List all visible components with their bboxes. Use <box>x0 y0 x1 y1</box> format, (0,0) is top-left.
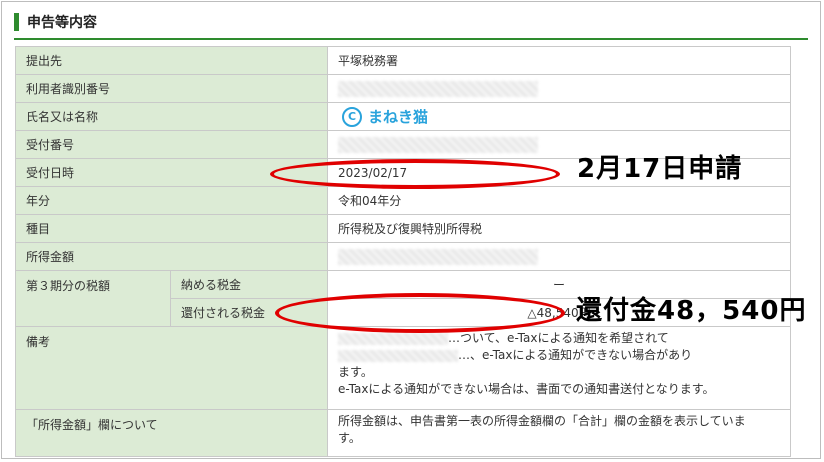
filing-details-table: 提出先 平塚税務署 利用者識別番号 氏名又は名称 C まねき猫 受付番号 受付日時… <box>14 46 792 457</box>
heading-rule <box>14 38 808 40</box>
remarks-value: …ついて、e-Taxによる通知を希望されて …、e-Taxによる通知ができない場… <box>327 326 792 410</box>
watermark-text: まねき猫 <box>368 108 429 126</box>
table-row: 備考 …ついて、e-Taxによる通知を希望されて …、e-Taxによる通知ができ… <box>14 326 792 410</box>
remarks-line: e-Taxによる通知ができない場合は、書面での通知書送付となります。 <box>338 382 715 396</box>
heading-accent-bar <box>14 13 19 31</box>
row-label: 「所得金額」欄について <box>14 409 329 457</box>
table-row: 種目 所得税及び復興特別所得税 <box>14 214 792 243</box>
highlight-oval-refund <box>275 293 565 333</box>
redacted-block <box>338 80 539 97</box>
remarks-line: …、e-Taxによる通知ができない場合があり <box>338 347 780 364</box>
refund-annotation: 還付金48，540円 <box>576 296 807 326</box>
redacted-block <box>338 136 539 153</box>
table-row: 利用者識別番号 <box>14 74 792 103</box>
pay-label: 納める税金 <box>169 270 329 299</box>
watermark-logo: C まねき猫 <box>342 106 428 127</box>
row-label: 種目 <box>14 214 329 243</box>
table-row: 氏名又は名称 C まねき猫 <box>14 102 792 131</box>
row-label: 備考 <box>14 326 329 410</box>
income-note-value: 所得金額は、申告書第一表の所得金額欄の「合計」欄の金額を表示していま す。 <box>327 409 792 457</box>
highlight-oval-date <box>270 159 560 189</box>
submit-to-value: 平塚税務署 <box>327 46 792 75</box>
remarks-line: ます。 <box>338 365 373 379</box>
year-value: 令和04年分 <box>327 186 792 215</box>
section-title: 申告等内容 <box>27 15 97 31</box>
category-value: 所得税及び復興特別所得税 <box>327 214 792 243</box>
row-label: 利用者識別番号 <box>14 74 329 103</box>
table-row: 「所得金額」欄について 所得金額は、申告書第一表の所得金額欄の「合計」欄の金額を… <box>14 409 792 457</box>
row-label: 年分 <box>14 186 329 215</box>
copyright-icon: C <box>342 106 363 127</box>
user-id-value-redacted <box>327 74 792 103</box>
redacted-block <box>338 248 539 265</box>
redacted-block <box>338 332 449 345</box>
row-label: 第３期分の税額 <box>15 270 171 327</box>
row-label: 氏名又は名称 <box>14 102 329 131</box>
table-row: 提出先 平塚税務署 <box>14 46 792 75</box>
date-annotation: 2月17日申請 <box>577 154 743 184</box>
table-row: 年分 令和04年分 <box>14 186 792 215</box>
income-value-redacted <box>327 242 792 271</box>
name-value-redacted: C まねき猫 <box>327 102 792 131</box>
table-row: 所得金額 <box>14 242 792 271</box>
row-label: 所得金額 <box>14 242 329 271</box>
row-label: 受付番号 <box>14 130 329 159</box>
redacted-block <box>338 349 459 362</box>
row-label: 提出先 <box>14 46 329 75</box>
section-heading: 申告等内容 <box>14 12 97 32</box>
